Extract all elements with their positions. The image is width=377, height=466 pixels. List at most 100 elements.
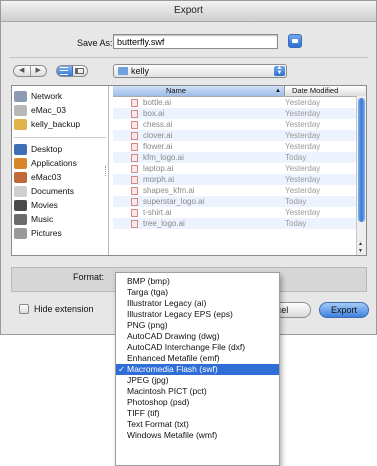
format-dropdown-menu: BMP (bmp) Targa (tga) Illustrator Legacy (… [115, 272, 280, 466]
table-row[interactable]: chess.ai Yesterday [113, 119, 366, 130]
file-name: shapes_kfm.ai [143, 186, 195, 195]
table-row[interactable]: flower.ai Yesterday [113, 141, 366, 152]
sidebar-divider [14, 131, 106, 138]
sidebar-item[interactable]: eMac03 [12, 170, 108, 184]
sidebar-item[interactable]: Network [12, 89, 108, 103]
format-option-label: AutoCAD Interchange File (dxf) [127, 342, 246, 352]
sidebar-item[interactable]: eMac_03 [12, 103, 108, 117]
format-option[interactable]: AutoCAD Interchange File (dxf) [116, 342, 279, 353]
sidebar-item[interactable]: Documents [12, 184, 108, 198]
desktop-icon [14, 143, 27, 155]
column-header-name[interactable]: Name ▲ [113, 86, 285, 96]
hide-extension-option[interactable]: Hide extension [19, 304, 94, 314]
file-list-scrollbar[interactable]: ▲ ▼ [356, 96, 366, 255]
format-option[interactable]: Enhanced Metafile (emf) [116, 353, 279, 364]
drive-icon [14, 104, 27, 116]
scroll-down-arrow-icon[interactable]: ▼ [358, 248, 363, 254]
table-row[interactable]: laptop.ai Yesterday [113, 163, 366, 174]
format-option[interactable]: BMP (bmp) [116, 276, 279, 287]
forward-button[interactable]: ▶ [31, 66, 47, 76]
table-row[interactable]: kfm_logo.ai Today [113, 152, 366, 163]
file-date: Yesterday [285, 186, 321, 195]
documents-icon [14, 185, 27, 197]
format-option-label: TIFF (tif) [127, 408, 160, 418]
illustrator-file-icon [131, 186, 138, 195]
sidebar-item-label: eMac03 [31, 172, 62, 182]
movies-icon [14, 199, 27, 211]
table-row[interactable]: shapes_kfm.ai Yesterday [113, 185, 366, 196]
sidebar-item-label: Pictures [31, 228, 62, 238]
illustrator-file-icon [131, 208, 138, 217]
home-icon [14, 171, 27, 183]
format-option-label: Illustrator Legacy (ai) [127, 298, 207, 308]
sidebar-item[interactable]: Music [12, 212, 108, 226]
sidebar-item[interactable]: Movies [12, 198, 108, 212]
sidebar-item[interactable]: Pictures [12, 226, 108, 240]
table-row[interactable]: superstar_logo.ai Today [113, 196, 366, 207]
format-option[interactable]: PNG (png) [116, 320, 279, 331]
file-name: bottle.ai [143, 98, 172, 107]
save-as-field[interactable] [113, 34, 278, 49]
format-option[interactable]: Photoshop (psd) [116, 397, 279, 408]
table-row[interactable]: t-shirt.ai Yesterday [113, 207, 366, 218]
sidebar-resize-handle[interactable] [105, 166, 109, 176]
format-option[interactable]: Targa (tga) [116, 287, 279, 298]
file-name: superstar_logo.ai [143, 197, 205, 206]
scroll-up-arrow-icon[interactable]: ▲ [358, 241, 363, 247]
format-option-label: Enhanced Metafile (emf) [127, 353, 220, 363]
format-option[interactable]: ✓ Macromedia Flash (swf) [116, 364, 279, 375]
format-option[interactable]: Illustrator Legacy (ai) [116, 298, 279, 309]
scrollbar-thumb[interactable] [358, 98, 365, 222]
file-date: Yesterday [285, 120, 321, 129]
table-row[interactable]: morph.ai Yesterday [113, 174, 366, 185]
back-forward-buttons: ◀ ▶ [13, 65, 47, 77]
hide-extension-checkbox[interactable] [19, 304, 29, 314]
column-view-button[interactable] [73, 66, 88, 76]
illustrator-file-icon [131, 197, 138, 206]
table-row[interactable]: clover.ai Yesterday [113, 130, 366, 141]
format-option-label: Photoshop (psd) [127, 397, 190, 407]
file-date: Today [285, 219, 307, 228]
table-row[interactable]: tree_logo.ai Today [113, 218, 366, 229]
format-option[interactable]: JPEG (jpg) [116, 375, 279, 386]
format-option[interactable]: TIFF (tif) [116, 408, 279, 419]
format-option[interactable]: Text Format (txt) [116, 419, 279, 430]
sidebar-item[interactable]: Desktop [12, 142, 108, 156]
format-option-label: Windows Metafile (wmf) [127, 430, 218, 440]
sort-ascending-icon: ▲ [275, 88, 281, 94]
format-option[interactable]: Windows Metafile (wmf) [116, 430, 279, 441]
back-button[interactable]: ◀ [14, 66, 31, 76]
format-option[interactable]: Macintosh PICT (pct) [116, 386, 279, 397]
table-row[interactable]: box.ai Yesterday [113, 108, 366, 119]
format-option[interactable]: Illustrator Legacy EPS (eps) [116, 309, 279, 320]
expand-dialog-button[interactable] [288, 34, 302, 48]
format-option-label: AutoCAD Drawing (dwg) [127, 331, 220, 341]
format-option[interactable]: AutoCAD Drawing (dwg) [116, 331, 279, 342]
sidebar-item-label: eMac_03 [31, 105, 66, 115]
file-name: chess.ai [143, 120, 173, 129]
file-date: Yesterday [285, 131, 321, 140]
popup-arrows-icon: ▲ ▼ [274, 65, 285, 76]
hide-extension-label: Hide extension [34, 304, 94, 314]
file-name: t-shirt.ai [143, 208, 172, 217]
list-view-button[interactable] [57, 66, 73, 76]
sidebar-item[interactable]: Applications [12, 156, 108, 170]
file-browser: Network eMac_03 kelly_backup Desktop Applica… [11, 85, 367, 256]
format-label: Format: [73, 272, 105, 282]
table-row[interactable]: bottle.ai Yesterday [113, 97, 366, 108]
folder-location-popup[interactable]: kelly ▲ ▼ [113, 64, 287, 78]
file-list-header: Name ▲ Date Modified [113, 86, 366, 97]
checkmark-icon: ✓ [118, 364, 126, 374]
column-header-date-modified[interactable]: Date Modified [285, 86, 338, 96]
illustrator-file-icon [131, 164, 138, 173]
applications-icon [14, 157, 27, 169]
file-date: Yesterday [285, 164, 321, 173]
file-name: kfm_logo.ai [143, 153, 184, 162]
format-option-label: JPEG (jpg) [127, 375, 169, 385]
sidebar-item-label: Documents [31, 186, 74, 196]
export-button[interactable]: Export [319, 302, 369, 318]
illustrator-file-icon [131, 219, 138, 228]
window-title: Export [1, 1, 376, 22]
sidebar-item[interactable]: kelly_backup [12, 117, 108, 131]
illustrator-file-icon [131, 175, 138, 184]
